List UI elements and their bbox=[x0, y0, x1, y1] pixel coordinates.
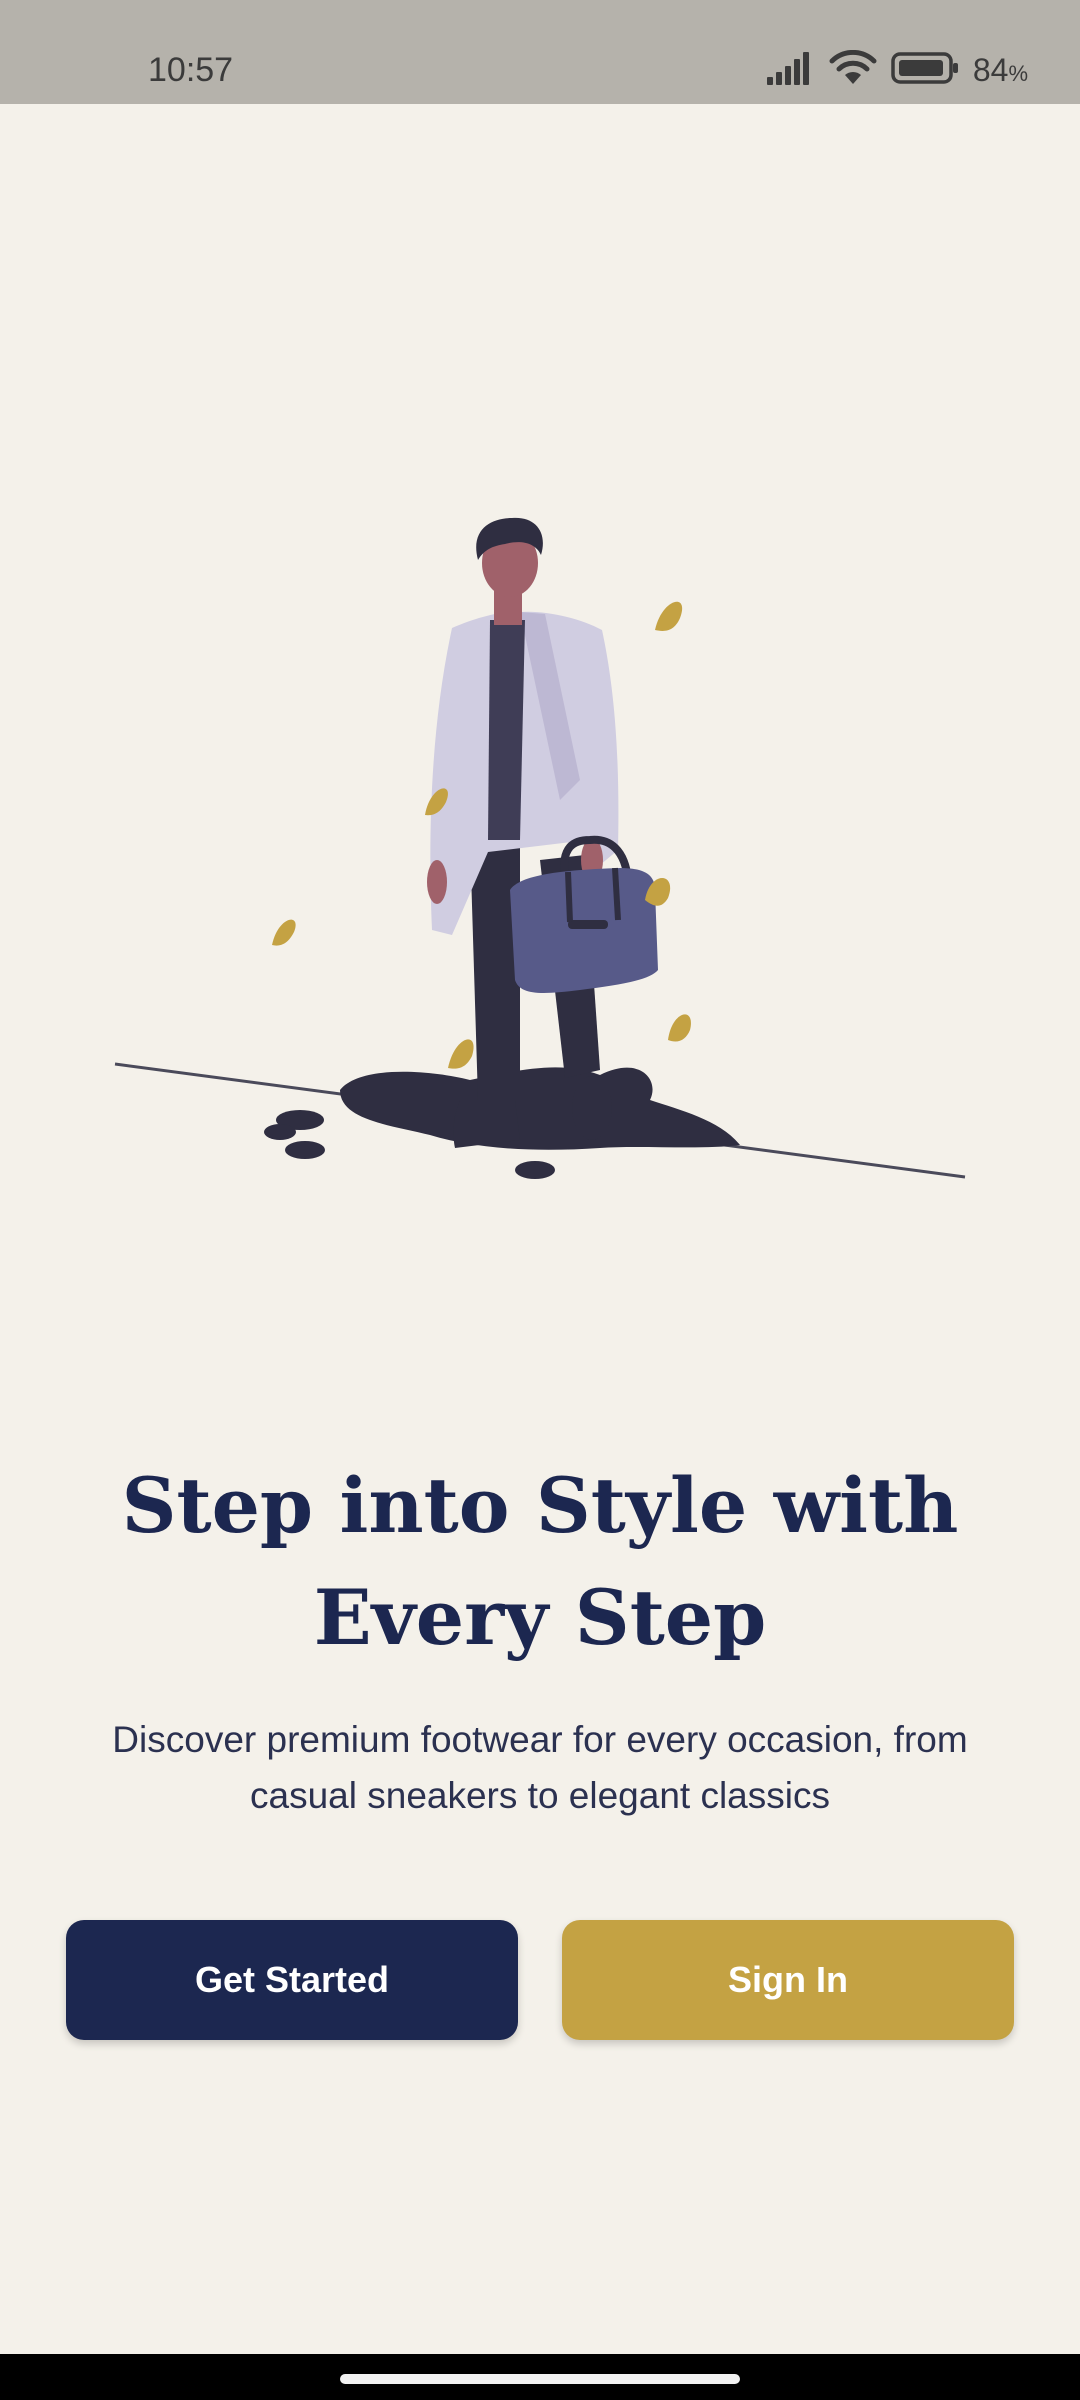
home-indicator[interactable] bbox=[340, 2374, 740, 2384]
get-started-button[interactable]: Get Started bbox=[66, 1920, 518, 2040]
page-subtitle: Discover premium footwear for every occa… bbox=[112, 1719, 968, 1816]
status-time: 10:57 bbox=[148, 51, 234, 89]
sign-in-button[interactable]: Sign In bbox=[562, 1920, 1014, 2040]
welcome-screen: 10:57 84% Step into Style with Every Ste… bbox=[0, 0, 1080, 2400]
page-title: Step into Style with Every Step bbox=[121, 1461, 959, 1662]
battery-percentage: 84% bbox=[972, 51, 1028, 88]
status-bar: 10:57 84% bbox=[0, 0, 1080, 104]
wifi-icon bbox=[829, 49, 877, 91]
battery-icon bbox=[891, 51, 959, 90]
signal-icon bbox=[765, 51, 815, 90]
status-indicators: 84% bbox=[765, 48, 1028, 92]
man-with-bag-illustration bbox=[0, 480, 1080, 1240]
